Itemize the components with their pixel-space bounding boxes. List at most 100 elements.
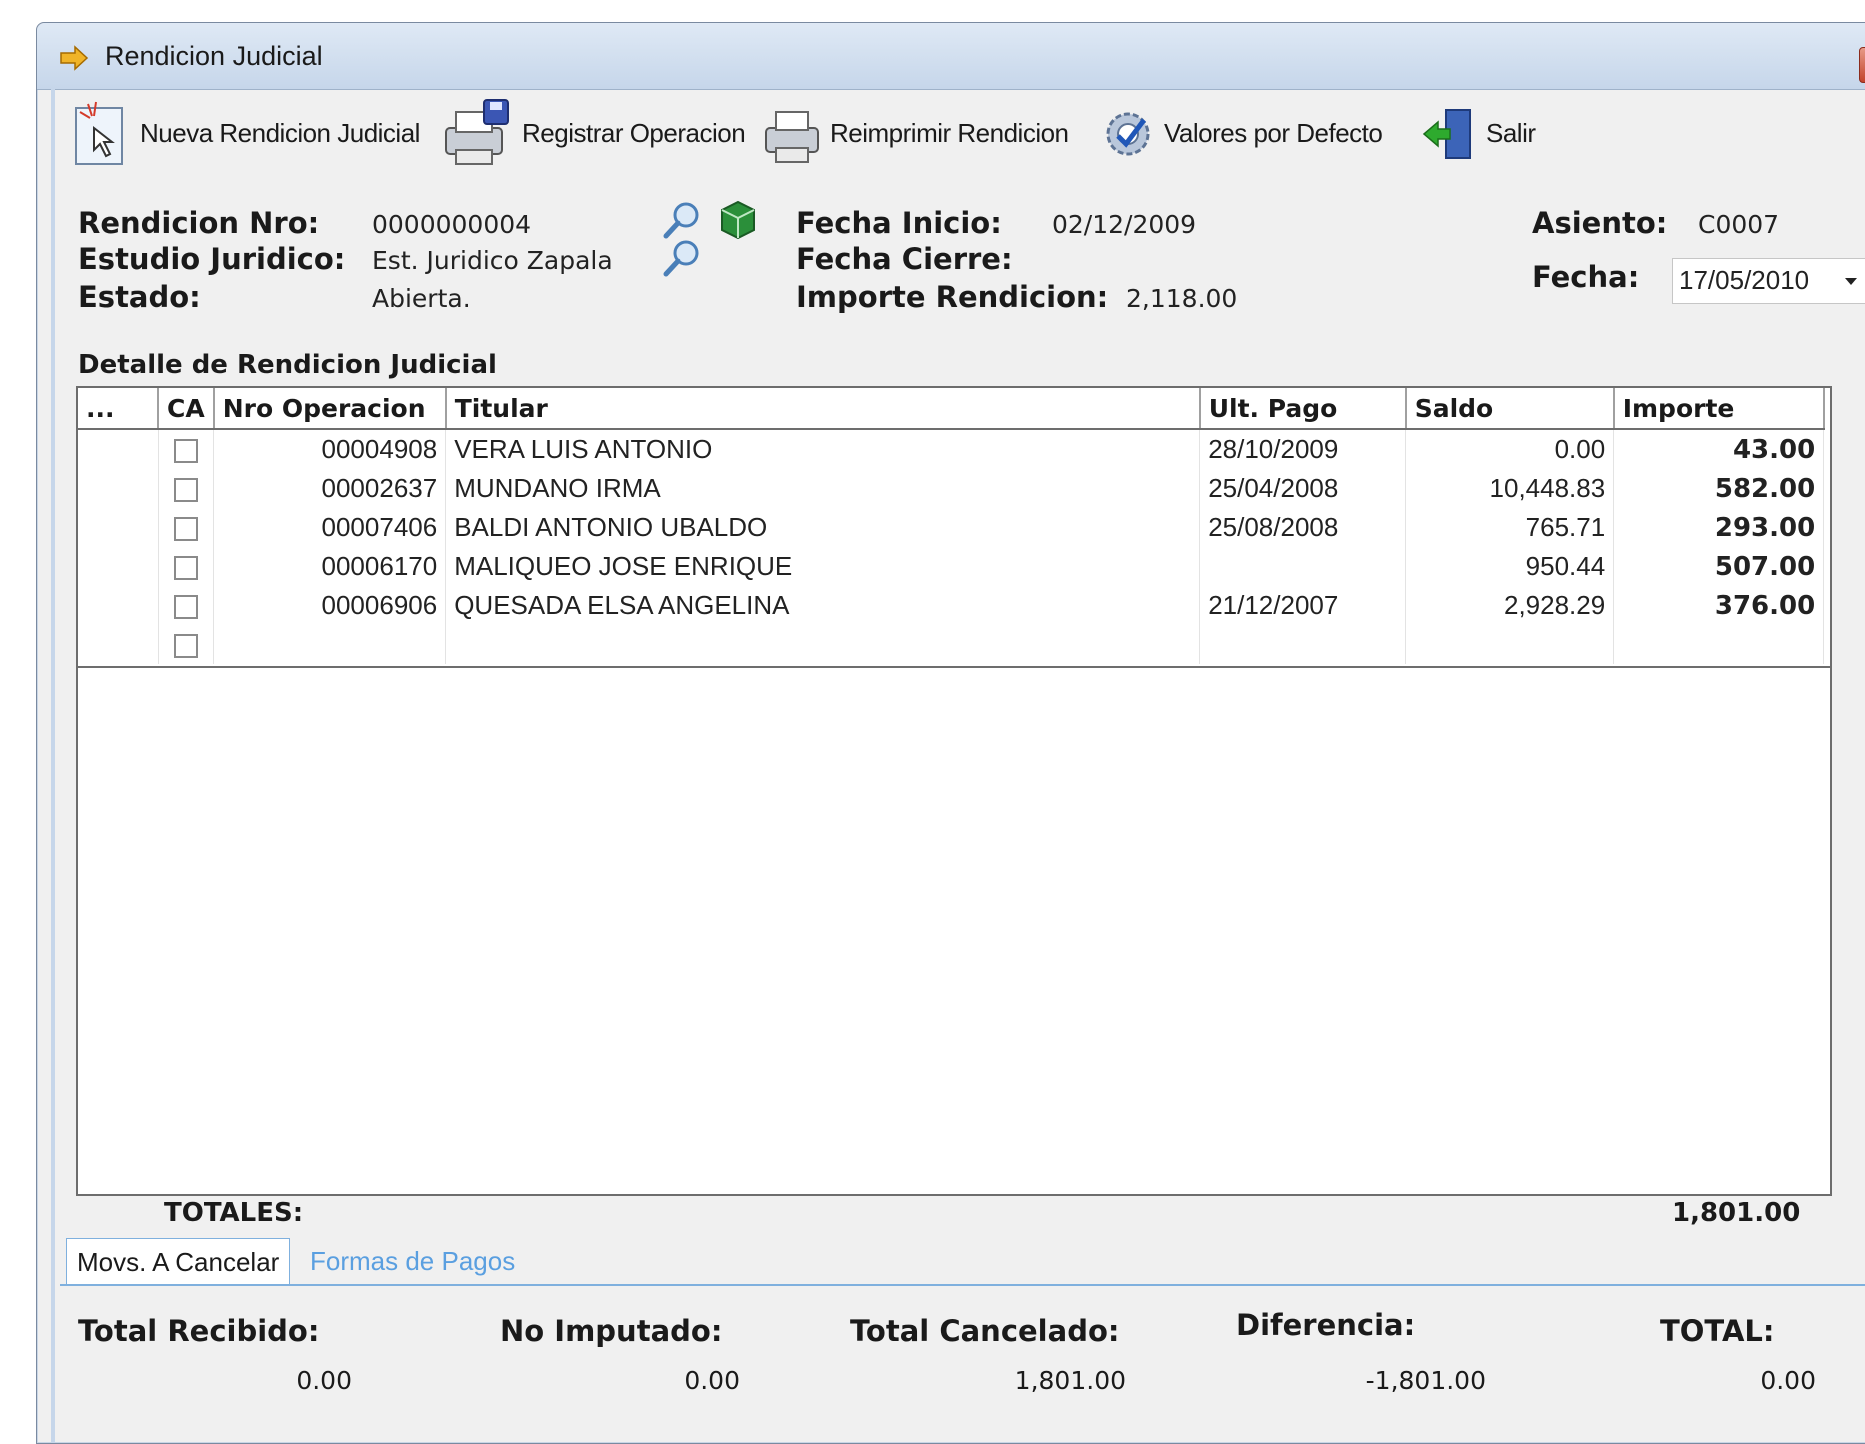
ult-pago-cell: 21/12/2007	[1199, 586, 1407, 625]
total-cancelado-value: 1,801.00	[1014, 1366, 1126, 1395]
titular-cell: BALDI ANTONIO UBALDO	[445, 508, 1201, 547]
importe-cell[interactable]: 43.00	[1613, 429, 1825, 469]
search-rendicion-icon[interactable]	[662, 200, 704, 240]
col-header-importe[interactable]: Importe	[1613, 388, 1825, 430]
ca-checkbox-cell[interactable]	[158, 586, 215, 625]
saldo-cell: 10,448.83	[1405, 469, 1615, 508]
nueva-rendicion-button[interactable]: Nueva Rendicion Judicial	[70, 98, 420, 168]
ult-pago-cell: 25/08/2008	[1199, 508, 1407, 547]
gear-check-icon	[1106, 112, 1150, 156]
grid-rows-area: ... CA Nro Operacion Titular Ult. Pago S…	[78, 388, 1830, 668]
reimprimir-rendicion-button[interactable]: Reimprimir Rendicion	[762, 98, 1069, 168]
asiento-value: C0007	[1698, 210, 1780, 239]
importe-cell[interactable]	[1613, 625, 1825, 664]
table-row[interactable]: 00007406 BALDI ANTONIO UBALDO 25/08/2008…	[78, 508, 1825, 547]
nro-operacion-cell: 00004908	[213, 429, 447, 469]
table-row[interactable]: 00002637 MUNDANO IRMA 25/04/2008 10,448.…	[78, 469, 1825, 508]
row-selector[interactable]	[78, 508, 159, 547]
ult-pago-cell: 25/04/2008	[1199, 469, 1407, 508]
table-row[interactable]: 00006906 QUESADA ELSA ANGELINA 21/12/200…	[78, 586, 1825, 625]
rendicion-nro-label: Rendicion Nro:	[78, 206, 320, 240]
row-selector[interactable]	[78, 625, 159, 664]
importe-cell[interactable]: 293.00	[1613, 508, 1825, 547]
row-selector[interactable]	[78, 586, 159, 625]
ult-pago-cell[interactable]	[1199, 625, 1407, 664]
salir-button[interactable]: Salir	[1420, 98, 1536, 168]
table-row-new[interactable]	[78, 625, 1825, 664]
totales-value: 1,801.00	[1672, 1198, 1801, 1228]
printer-save-icon	[445, 99, 509, 165]
diferencia-value: -1,801.00	[1365, 1366, 1486, 1395]
ca-checkbox-cell[interactable]	[158, 547, 215, 586]
saldo-cell: 765.71	[1405, 508, 1615, 547]
ult-pago-cell: 28/10/2009	[1199, 429, 1407, 469]
estado-value: Abierta.	[372, 284, 471, 313]
window-app-icon	[60, 45, 89, 71]
ca-checkbox-cell[interactable]	[158, 429, 215, 469]
col-header-nro-operacion[interactable]: Nro Operacion	[213, 388, 447, 430]
window-frame-left	[51, 89, 55, 1443]
detalle-grid: ... CA Nro Operacion Titular Ult. Pago S…	[76, 386, 1832, 1196]
importe-rendicion-label: Importe Rendicion:	[796, 280, 1109, 314]
reimprimir-rendicion-label: Reimprimir Rendicion	[830, 117, 1069, 148]
ca-checkbox[interactable]	[173, 478, 198, 503]
table-row[interactable]: 00006170 MALIQUEO JOSE ENRIQUE 950.44 50…	[78, 547, 1825, 586]
ca-checkbox[interactable]	[173, 439, 198, 464]
ca-checkbox[interactable]	[173, 634, 198, 659]
titular-cell: QUESADA ELSA ANGELINA	[445, 586, 1201, 625]
fecha-cierre-label: Fecha Cierre:	[796, 242, 1013, 276]
importe-rendicion-value: 2,118.00	[1126, 284, 1238, 313]
saldo-cell: 2,928.29	[1405, 586, 1615, 625]
fecha-inicio-value: 02/12/2009	[1052, 210, 1197, 239]
nro-operacion-cell[interactable]	[213, 625, 447, 664]
database-icon[interactable]	[716, 198, 758, 240]
nro-operacion-cell: 00002637	[213, 469, 447, 508]
titular-cell[interactable]	[445, 625, 1201, 664]
fecha-date-picker[interactable]: 17/05/2010	[1672, 258, 1865, 304]
rendicion-nro-value: 0000000004	[372, 210, 532, 239]
row-selector[interactable]	[78, 547, 159, 586]
importe-cell[interactable]: 376.00	[1613, 586, 1825, 625]
col-header-ca[interactable]: CA	[158, 388, 215, 430]
valores-por-defecto-button[interactable]: Valores por Defecto	[1100, 98, 1383, 168]
col-header-titular[interactable]: Titular	[445, 388, 1201, 430]
ca-checkbox[interactable]	[173, 517, 198, 542]
diferencia-label: Diferencia:	[1236, 1308, 1416, 1342]
nro-operacion-cell: 00006170	[213, 547, 447, 586]
detalle-table: ... CA Nro Operacion Titular Ult. Pago S…	[78, 388, 1825, 664]
ca-checkbox-cell[interactable]	[158, 508, 215, 547]
window-title: Rendicion Judicial	[105, 41, 323, 71]
close-button[interactable]: x	[1859, 47, 1865, 83]
tab-formas-de-pagos[interactable]: Formas de Pagos	[300, 1238, 525, 1284]
asiento-label: Asiento:	[1532, 206, 1668, 240]
col-header-saldo[interactable]: Saldo	[1405, 388, 1615, 430]
title-bar: Rendicion Judicial x	[37, 23, 1865, 90]
estudio-juridico-label: Estudio Juridico:	[78, 242, 346, 276]
ca-checkbox[interactable]	[173, 595, 198, 620]
nro-operacion-cell: 00006906	[213, 586, 447, 625]
chevron-down-icon[interactable]	[1843, 275, 1859, 287]
tab-movs-a-cancelar[interactable]: Movs. A Cancelar	[66, 1238, 291, 1284]
no-imputado-value: 0.00	[684, 1366, 740, 1395]
table-header-row: ... CA Nro Operacion Titular Ult. Pago S…	[78, 388, 1825, 430]
saldo-cell[interactable]	[1405, 625, 1615, 664]
exit-door-icon	[1422, 109, 1471, 159]
saldo-cell: 0.00	[1405, 429, 1615, 469]
ca-checkbox-cell[interactable]	[158, 625, 215, 664]
table-row[interactable]: 00004908 VERA LUIS ANTONIO 28/10/2009 0.…	[78, 429, 1825, 469]
registrar-operacion-button[interactable]: Registrar Operacion	[440, 98, 746, 168]
col-header-selector[interactable]: ...	[78, 388, 159, 430]
tab-strip: Movs. A Cancelar Formas de Pagos	[60, 1238, 1865, 1286]
col-header-ult-pago[interactable]: Ult. Pago	[1199, 388, 1407, 430]
no-imputado-label: No Imputado:	[500, 1314, 723, 1348]
search-estudio-icon[interactable]	[662, 238, 704, 278]
ca-checkbox[interactable]	[173, 556, 198, 581]
row-selector[interactable]	[78, 469, 159, 508]
valores-por-defecto-label: Valores por Defecto	[1164, 117, 1383, 148]
row-selector[interactable]	[78, 429, 159, 469]
importe-cell[interactable]: 507.00	[1613, 547, 1825, 586]
ca-checkbox-cell[interactable]	[158, 469, 215, 508]
importe-cell[interactable]: 582.00	[1613, 469, 1825, 508]
nro-operacion-cell: 00007406	[213, 508, 447, 547]
fecha-date-value: 17/05/2010	[1679, 265, 1810, 295]
